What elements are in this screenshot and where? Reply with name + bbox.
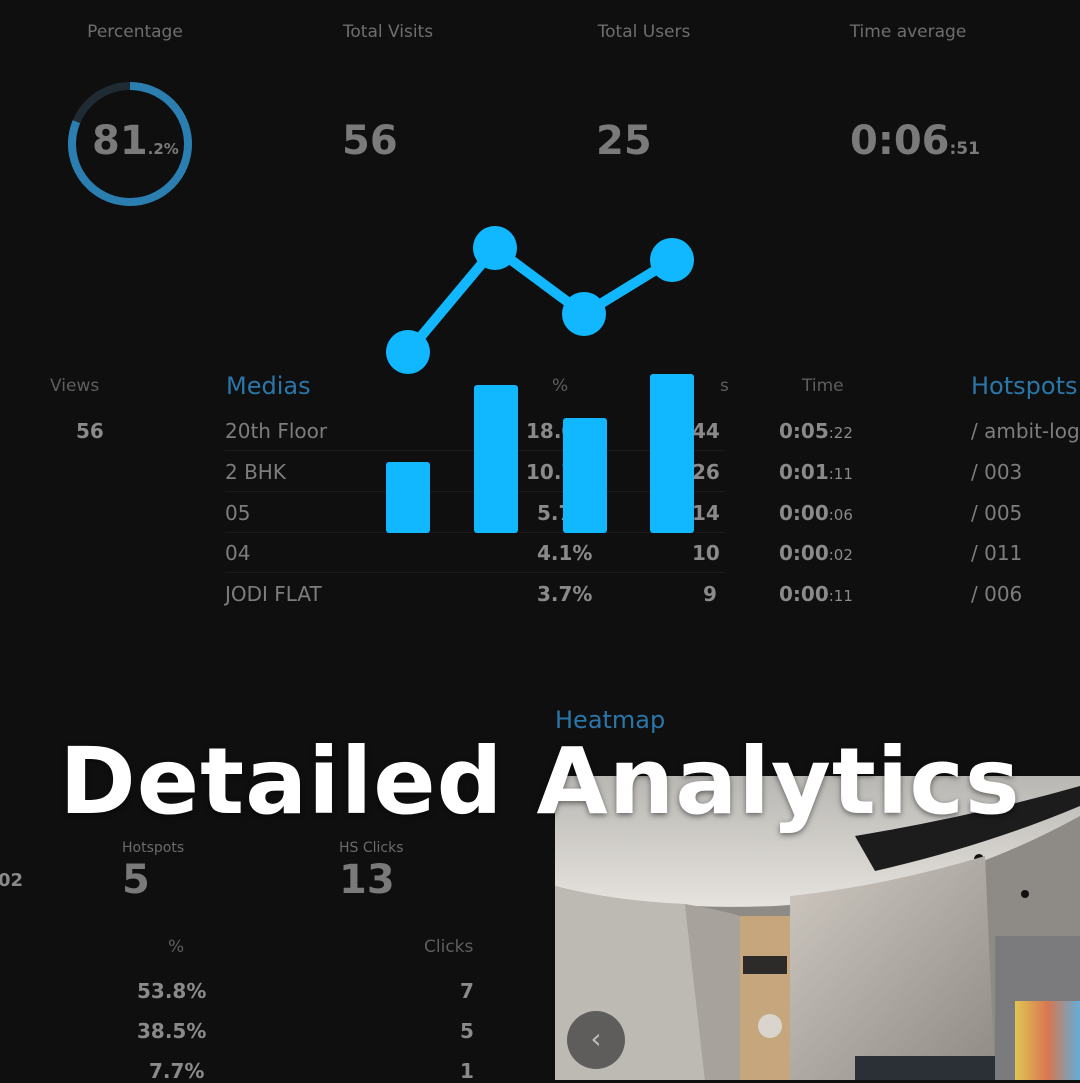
total-users-label: Total Users bbox=[597, 22, 691, 42]
hotspot-row[interactable]: / 006 bbox=[971, 582, 1022, 606]
media-row-name[interactable]: 04 bbox=[225, 541, 250, 565]
heatmap-left-fragment: 02 bbox=[0, 870, 24, 891]
heatmap-row-clicks: 7 bbox=[460, 979, 474, 1003]
media-row-name[interactable]: JODI FLAT bbox=[225, 582, 322, 606]
percentage-label: Percentage bbox=[87, 22, 183, 42]
medias-time-header: Time bbox=[802, 376, 844, 396]
time-average-label: Time average bbox=[849, 22, 967, 42]
analytics-chart-icon bbox=[386, 226, 694, 533]
heatmap-hotspots-value: 5 bbox=[122, 857, 150, 903]
medias-title[interactable]: Medias bbox=[226, 372, 311, 400]
time-average-value: 0:06:51 bbox=[850, 118, 980, 164]
hotspot-row[interactable]: / ambit-logo bbox=[971, 419, 1080, 443]
heatmap-hs-clicks-value: 13 bbox=[339, 857, 395, 903]
total-users-value: 25 bbox=[596, 118, 652, 164]
chevron-left-icon[interactable]: ‹ bbox=[567, 1011, 625, 1069]
media-row-time: 0:00:02 bbox=[779, 541, 853, 565]
media-row-pct: 3.7% bbox=[537, 582, 593, 606]
media-row-time: 0:00:11 bbox=[779, 582, 853, 606]
views-header: Views bbox=[50, 376, 100, 396]
media-row-time: 0:00:06 bbox=[779, 501, 853, 525]
media-row-pct: 4.1% bbox=[537, 541, 593, 565]
media-row-views: 10 bbox=[692, 541, 720, 565]
hotspot-row[interactable]: / 003 bbox=[971, 460, 1022, 484]
hotspots-title[interactable]: Hotspots bbox=[971, 372, 1077, 400]
total-visits-value: 56 bbox=[342, 118, 398, 164]
heatmap-row-pct: 7.7% bbox=[149, 1059, 205, 1083]
heatmap-row-pct: 53.8% bbox=[137, 979, 207, 1003]
heatmap-hotspots-label: Hotspots bbox=[122, 840, 185, 856]
media-row-time: 0:05:22 bbox=[779, 419, 853, 443]
views-value: 56 bbox=[76, 419, 104, 443]
total-visits-label: Total Visits bbox=[342, 22, 434, 42]
media-row-name[interactable]: 2 BHK bbox=[225, 460, 286, 484]
headline: Detailed Analytics bbox=[59, 728, 1021, 835]
heatmap-clicks-header: Clicks bbox=[424, 937, 474, 957]
percentage-value: 81.2% bbox=[92, 118, 179, 164]
hotspot-row[interactable]: / 005 bbox=[971, 501, 1022, 525]
media-row-views: 9 bbox=[703, 582, 717, 606]
hotspot-row[interactable]: / 011 bbox=[971, 541, 1022, 565]
media-row-name[interactable]: 05 bbox=[225, 501, 250, 525]
row-divider bbox=[225, 572, 725, 573]
media-row-time: 0:01:11 bbox=[779, 460, 853, 484]
heatmap-hs-clicks-label: HS Clicks bbox=[339, 840, 404, 856]
heatmap-row-clicks: 1 bbox=[460, 1059, 474, 1083]
heatmap-row-pct: 38.5% bbox=[137, 1019, 207, 1043]
medias-views-header: s bbox=[720, 376, 729, 396]
heatmap-pct-header: % bbox=[168, 937, 185, 957]
media-row-name[interactable]: 20th Floor bbox=[225, 419, 327, 443]
heatmap-row-clicks: 5 bbox=[460, 1019, 474, 1043]
